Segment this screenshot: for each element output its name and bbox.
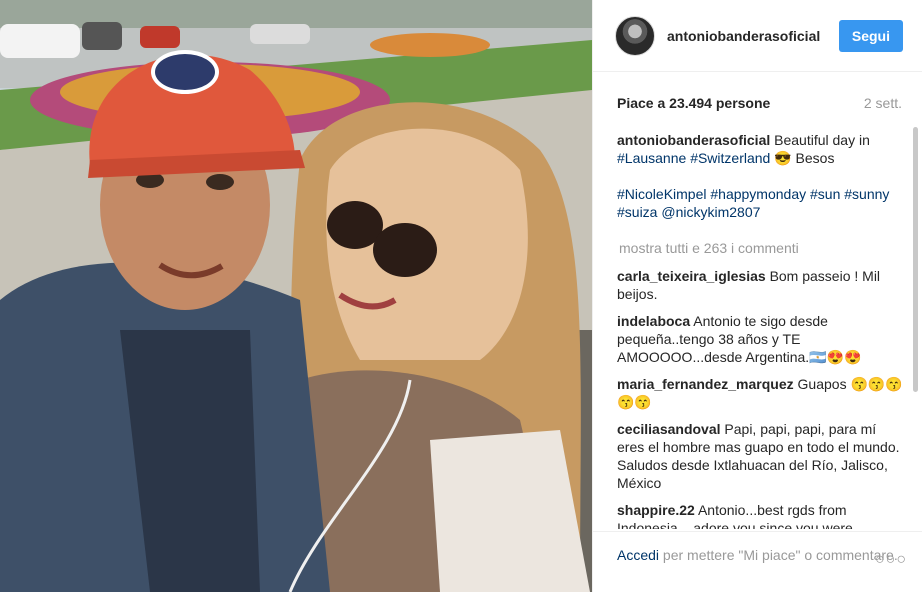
comments-scrollbar[interactable] (913, 127, 918, 392)
likes-row: Piace a 23.494 persone 2 sett. (617, 95, 902, 111)
comment-author[interactable]: shappire.22 (617, 502, 695, 518)
show-all-comments-link[interactable]: mostra tutti e 263 i commenti (619, 239, 903, 257)
comment: indelaboca Antonio te sigo desde pequeña… (617, 312, 903, 366)
mention[interactable]: @nickykim2807 (661, 204, 760, 220)
follow-button[interactable]: Segui (838, 19, 903, 52)
hashtag[interactable]: #sun (810, 186, 840, 202)
caption: antoniobanderasoficial Beautiful day in … (617, 131, 903, 221)
comments-list[interactable]: antoniobanderasoficial Beautiful day in … (617, 131, 903, 529)
comment: maria_fernandez_marquez Guapos 😙😙😙😙😙 (617, 375, 903, 411)
hashtag[interactable]: #suiza (617, 204, 657, 220)
selfie-photo-illustration (0, 0, 592, 592)
likes-count[interactable]: Piace a 23.494 persone (617, 95, 770, 111)
post-photo[interactable] (0, 0, 592, 592)
login-link[interactable]: Accedi (617, 547, 659, 563)
hashtag[interactable]: #Lausanne (617, 150, 686, 166)
hashtag[interactable]: #happymonday (710, 186, 806, 202)
post-footer: Accedi per mettere "Mi piace" o commenta… (593, 531, 922, 592)
header-username[interactable]: antoniobanderasoficial (667, 28, 839, 44)
comment: shappire.22 Antonio...best rgds from Ind… (617, 501, 903, 529)
comment-author[interactable]: maria_fernandez_marquez (617, 376, 794, 392)
caption-text: Beautiful day in (774, 132, 870, 148)
caption-author[interactable]: antoniobanderasoficial (617, 132, 770, 148)
comment-author[interactable]: ceciliasandoval (617, 421, 721, 437)
hashtag[interactable]: #sunny (844, 186, 889, 202)
post-header: antoniobanderasoficial Segui (593, 0, 922, 72)
footer-text: per mettere "Mi piace" o commentare. (662, 547, 898, 563)
comment: carla_teixeira_iglesias Bom passeio ! Mi… (617, 267, 903, 303)
comment-author[interactable]: indelaboca (617, 313, 690, 329)
avatar[interactable] (615, 15, 655, 56)
more-options-icon[interactable]: ○○○ (875, 552, 907, 568)
hashtag[interactable]: #NicoleKimpel (617, 186, 706, 202)
hashtag[interactable]: #Switzerland (690, 150, 770, 166)
comment-author[interactable]: carla_teixeira_iglesias (617, 268, 766, 284)
caption-text: 😎 Besos (774, 150, 835, 166)
comment: ceciliasandoval Papi, papi, papi, para m… (617, 420, 903, 492)
post-age[interactable]: 2 sett. (864, 95, 902, 111)
post-side-panel: antoniobanderasoficial Segui Piace a 23.… (592, 0, 922, 592)
